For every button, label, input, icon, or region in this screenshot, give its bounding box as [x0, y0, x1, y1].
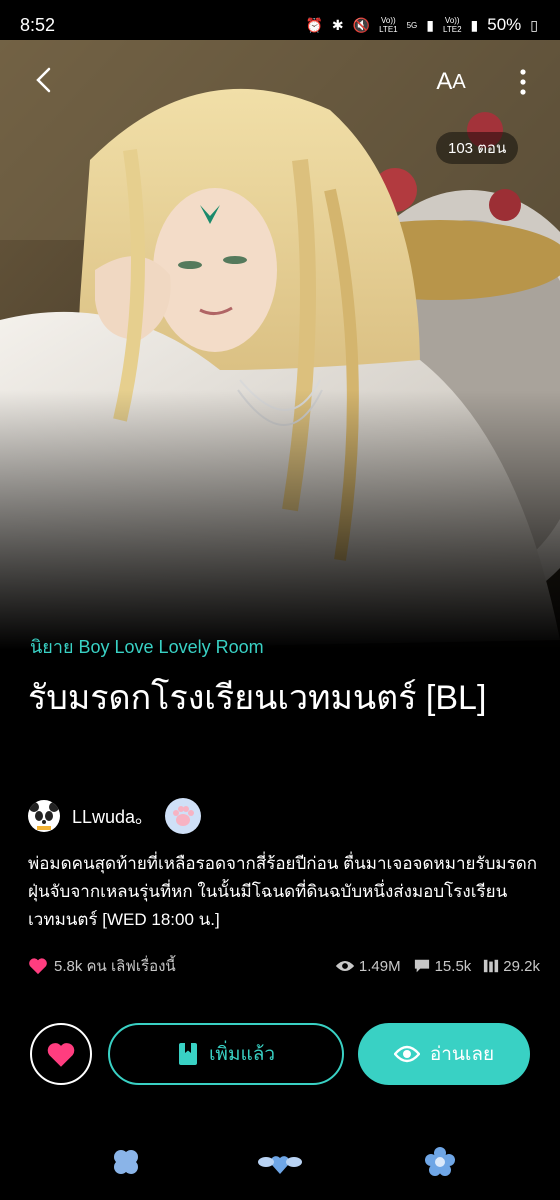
eye-icon [335, 961, 355, 971]
signal-icon-2: ▮ [470, 16, 479, 33]
bookmark-book-icon [178, 1043, 197, 1065]
battery-level: 50% [487, 15, 522, 34]
episode-count-badge: 103 ตอน [436, 132, 519, 164]
alarm-icon: ⏰ [305, 16, 323, 33]
flower-icon [425, 1147, 455, 1176]
heart-icon [47, 1042, 75, 1067]
status-time: 8:52 [20, 14, 56, 35]
font-size-button[interactable]: AA [424, 62, 478, 102]
bookmarks-count: 29.2k [503, 957, 540, 975]
back-button[interactable] [26, 62, 62, 98]
font-size-label-small: A [452, 70, 466, 93]
story-stats: 5.8k คน เลิฟเรื่องนี้ 1.49M 15.5k 29.2k [28, 952, 540, 980]
views-count: 1.49M [358, 957, 401, 975]
bottom-decorations [0, 1146, 560, 1186]
author-badge [165, 798, 202, 834]
chevron-left-icon [36, 67, 51, 93]
like-stat: 5.8k คน เลิฟเรื่องนี้ [28, 954, 176, 978]
comments-stat: 15.5k [413, 957, 472, 975]
mute-icon: 🔇 [352, 16, 371, 33]
author-row[interactable]: LLwuda。 [28, 798, 202, 834]
more-vertical-icon [520, 69, 526, 95]
clover-icon [114, 1150, 138, 1174]
add-to-library-button[interactable]: เพิ่มแล้ว [108, 1023, 344, 1085]
paw-icon [173, 806, 195, 826]
story-synopsis: พ่อมดคนสุดท้ายที่เหลือรอดจากสี่ร้อยปีก่อ… [28, 854, 538, 929]
like-button[interactable] [30, 1023, 92, 1085]
signal-icon: ▮ [426, 16, 434, 33]
read-now-button[interactable]: อ่านเลย [358, 1023, 530, 1085]
network-5g: 5G [406, 20, 418, 30]
bookshelf-icon [484, 959, 499, 973]
read-now-label: อ่านเลย [429, 1044, 495, 1065]
cover-fade [0, 390, 560, 650]
add-to-library-label: เพิ่มแล้ว [208, 1044, 276, 1065]
more-options-button[interactable] [508, 62, 538, 102]
status-icons: ⏰ ✱ 🔇 Vo)) LTE1 5G ▮ Vo)) LTE2 ▮ 50% ▯ [305, 15, 538, 35]
likes-text: 5.8k คน เลิฟเรื่องนี้ [54, 958, 176, 975]
winged-heart-icon [258, 1156, 302, 1174]
battery-icon: ▯ [530, 16, 538, 33]
comments-count: 15.5k [434, 957, 472, 975]
author-avatar[interactable] [28, 800, 60, 832]
story-category[interactable]: นิยาย Boy Love Lovely Room [30, 632, 264, 661]
bookmarks-stat: 29.2k [483, 958, 540, 975]
panda-icon [29, 802, 59, 830]
author-name[interactable]: LLwuda。 [72, 803, 153, 829]
bluetooth-icon: ✱ [331, 16, 344, 33]
views-stat: 1.49M [335, 958, 401, 975]
story-title: รับมรดกโรงเรียนเวทมนตร์ [BL] [28, 679, 487, 717]
status-bar: 8:52 ⏰ ✱ 🔇 Vo)) LTE1 5G ▮ Vo)) LTE2 ▮ 50… [0, 0, 560, 50]
eye-icon [393, 1045, 420, 1063]
network-lte1: Vo)) LTE1 [379, 16, 398, 34]
comment-icon [414, 959, 429, 973]
font-size-label: A [436, 68, 453, 95]
network-lte2: Vo)) LTE2 [443, 16, 462, 34]
heart-icon [29, 958, 47, 975]
